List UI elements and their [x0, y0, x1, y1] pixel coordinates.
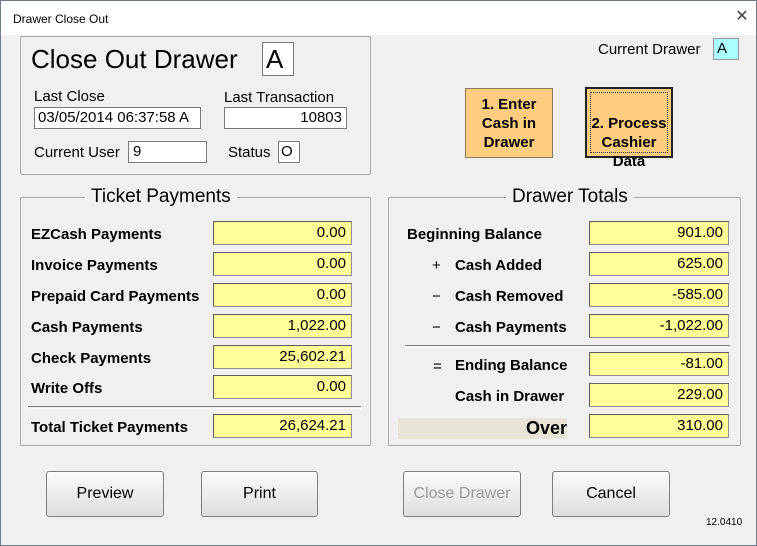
minus-symbol: −: [432, 288, 441, 305]
check-payments-field[interactable]: 25,602.21: [213, 345, 352, 369]
total-ticket-payments-field[interactable]: 26,624.21: [213, 414, 352, 438]
drawer-close-out-window: Drawer Close Out ✕ Close Out Drawer A La…: [0, 0, 757, 546]
last-transaction-label: Last Transaction: [224, 89, 335, 106]
over-amount-field[interactable]: 310.00: [589, 414, 729, 438]
over-label: Over: [525, 418, 567, 438]
ending-balance-field[interactable]: -81.00: [589, 352, 729, 376]
cash-removed-field[interactable]: -585.00: [589, 283, 729, 307]
beginning-balance-field[interactable]: 901.00: [589, 221, 729, 245]
drawer-id-field[interactable]: A: [262, 42, 294, 76]
cancel-button[interactable]: Cancel: [552, 471, 670, 517]
print-button[interactable]: Print: [201, 471, 318, 517]
last-close-label: Last Close: [34, 88, 105, 105]
beginning-balance-label: Beginning Balance: [407, 226, 543, 243]
cash-payments-field[interactable]: 1,022.00: [213, 314, 352, 338]
drawer-totals-panel: Drawer Totals Beginning Balance 901.00 +…: [388, 186, 741, 446]
process-cashier-data-button[interactable]: 2. Process Cashier Data: [585, 87, 673, 170]
ticket-payments-title: Ticket Payments: [85, 186, 237, 208]
close-drawer-button[interactable]: Close Drawer: [403, 471, 521, 517]
total-ticket-payments-label: Total Ticket Payments: [31, 419, 189, 436]
current-drawer-label: Current Drawer: [598, 41, 701, 58]
last-transaction-field[interactable]: 10803: [224, 107, 347, 129]
ticket-payments-panel: Ticket Payments EZCash Payments 0.00 Inv…: [20, 186, 371, 446]
last-close-field[interactable]: 03/05/2014 06:37:58 A: [34, 107, 201, 129]
cash-removed-label: Cash Removed: [455, 288, 564, 305]
ezcash-payments-label: EZCash Payments: [31, 226, 162, 243]
window-title: Drawer Close Out: [13, 12, 109, 26]
drawer-cash-payments-label: Cash Payments: [455, 319, 567, 336]
equals-symbol: =: [433, 358, 442, 375]
prepaid-card-payments-field[interactable]: 0.00: [213, 283, 352, 307]
enter-cash-in-drawer-button[interactable]: 1. Enter Cash in Drawer: [465, 88, 553, 158]
status-label: Status: [228, 144, 271, 161]
version-label: 12.0410: [706, 517, 743, 528]
close-out-header-panel: Close Out Drawer A Last Close 03/05/2014…: [20, 36, 371, 175]
plus-symbol: +: [432, 257, 441, 274]
invoice-payments-label: Invoice Payments: [31, 257, 158, 274]
cash-in-drawer-field[interactable]: 229.00: [589, 383, 729, 407]
close-icon[interactable]: ✕: [734, 9, 750, 25]
write-offs-field[interactable]: 0.00: [213, 375, 352, 399]
write-offs-label: Write Offs: [31, 380, 103, 397]
title-bar: Drawer Close Out ✕: [1, 1, 756, 35]
cash-in-drawer-label: Cash in Drawer: [455, 388, 565, 405]
drawer-totals-title: Drawer Totals: [506, 186, 634, 208]
page-title: Close Out Drawer: [31, 44, 238, 74]
preview-button[interactable]: Preview: [46, 471, 164, 517]
over-status-label: Over: [398, 418, 567, 439]
current-drawer-field[interactable]: A: [713, 38, 739, 60]
check-payments-label: Check Payments: [31, 350, 152, 367]
focus-indicator: [590, 92, 668, 153]
cash-payments-label: Cash Payments: [31, 319, 143, 336]
totals-divider: [405, 345, 730, 348]
invoice-payments-field[interactable]: 0.00: [213, 252, 352, 276]
cash-added-field[interactable]: 625.00: [589, 252, 729, 276]
drawer-cash-payments-field[interactable]: -1,022.00: [589, 314, 729, 338]
prepaid-card-payments-label: Prepaid Card Payments: [31, 288, 200, 305]
cash-added-label: Cash Added: [455, 257, 542, 274]
ezcash-payments-field[interactable]: 0.00: [213, 221, 352, 245]
ending-balance-label: Ending Balance: [455, 357, 568, 374]
minus-symbol: −: [432, 319, 441, 336]
ticket-divider: [28, 406, 361, 409]
current-user-label: Current User: [34, 144, 120, 161]
current-user-field[interactable]: 9: [128, 141, 207, 163]
status-field[interactable]: O: [278, 141, 300, 163]
